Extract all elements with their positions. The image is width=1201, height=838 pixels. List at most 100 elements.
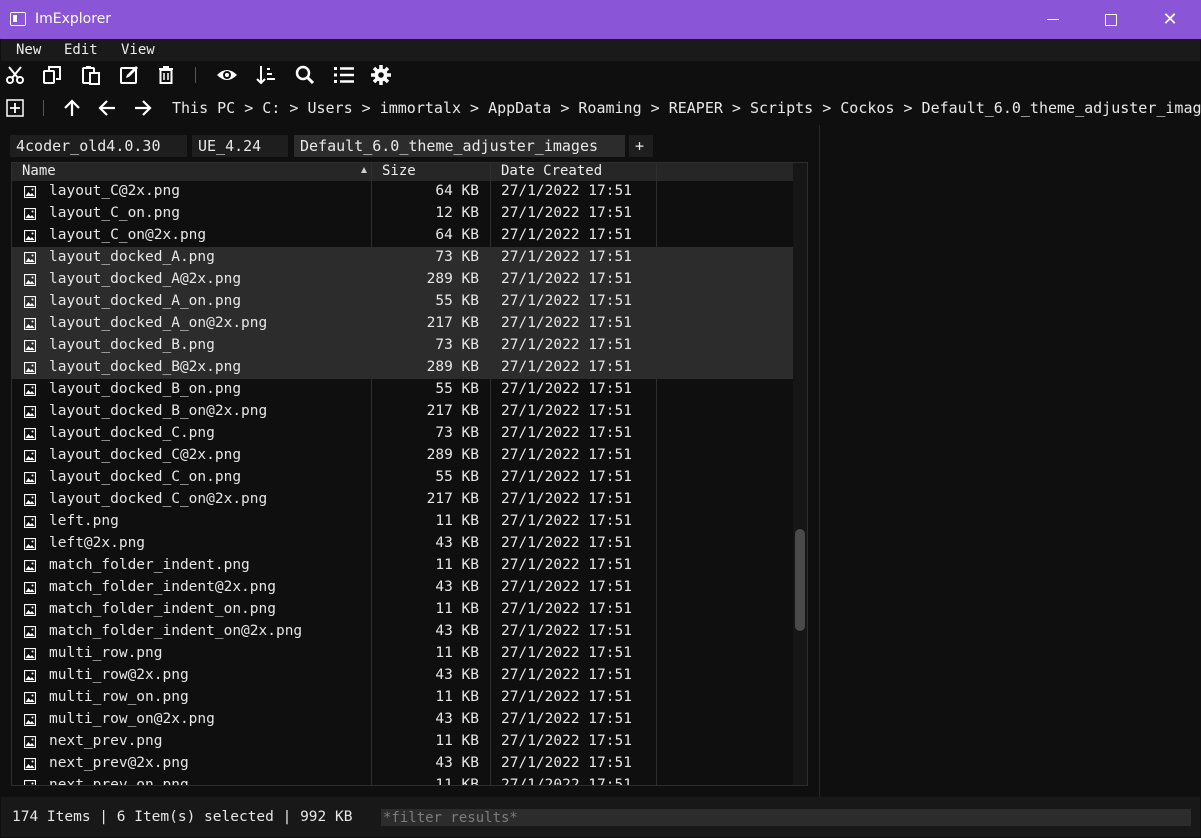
table-row[interactable]: layout_C_on.png 12 KB 27/1/2022 17:51 <box>12 203 793 225</box>
image-file-icon <box>23 493 37 507</box>
file-name: layout_docked_B_on@2x.png <box>49 403 268 419</box>
minimize-button[interactable] <box>1024 0 1082 39</box>
table-row[interactable]: next_prev_on.png 11 KB 27/1/2022 17:51 <box>12 775 793 786</box>
table-row[interactable]: layout_docked_B@2x.png 289 KB 27/1/2022 17… <box>12 357 793 379</box>
paste-button[interactable] <box>78 63 104 87</box>
file-name: left@2x.png <box>49 535 146 551</box>
list-view-button[interactable] <box>331 63 357 87</box>
table-row[interactable]: layout_docked_C@2x.png 289 KB 27/1/2022 17… <box>12 445 793 467</box>
status-bar: 174 Items | 6 Item(s) selected | 992 KB <box>1 797 1200 837</box>
image-file-icon <box>23 295 37 309</box>
table-row[interactable]: left.png 11 KB 27/1/2022 17:51 <box>12 511 793 533</box>
table-row[interactable]: layout_docked_A@2x.png 289 KB 27/1/2022 17… <box>12 269 793 291</box>
file-name: layout_docked_B.png <box>49 337 215 353</box>
file-size: 73 KB <box>435 249 479 265</box>
table-row[interactable]: layout_docked_C.png 73 KB 27/1/2022 17:51 <box>12 423 793 445</box>
copy-button[interactable] <box>39 63 65 87</box>
menu-edit[interactable]: Edit <box>64 42 98 58</box>
file-size: 11 KB <box>435 777 479 786</box>
table-row[interactable]: layout_docked_A.png 73 KB 27/1/2022 17:51 <box>12 247 793 269</box>
table-row[interactable]: multi_row_on.png 11 KB 27/1/2022 17:51 <box>12 687 793 709</box>
sort-ascending-icon <box>361 167 367 173</box>
table-row[interactable]: left@2x.png 43 KB 27/1/2022 17:51 <box>12 533 793 555</box>
table-row[interactable]: match_folder_indent@2x.png 43 KB 27/1/2022… <box>12 577 793 599</box>
file-date: 27/1/2022 17:51 <box>501 205 632 221</box>
menu-bar: New Edit View <box>1 39 1200 61</box>
file-size: 43 KB <box>435 755 479 771</box>
forward-button[interactable] <box>131 96 155 120</box>
list-view-icon <box>334 67 354 83</box>
title-bar: ImExplorer ✕ <box>0 0 1201 39</box>
new-tab-button[interactable] <box>3 96 27 120</box>
image-file-icon <box>23 229 37 243</box>
file-name: multi_row_on.png <box>49 689 189 705</box>
table-row[interactable]: multi_row.png 11 KB 27/1/2022 17:51 <box>12 643 793 665</box>
breadcrumb[interactable]: This PC > C: > Users > immortalx > AppDa… <box>172 99 1201 117</box>
tab-ue[interactable]: UE_4.24 <box>192 135 288 157</box>
tab-theme-adjuster[interactable]: Default_6.0_theme_adjuster_images <box>294 135 625 157</box>
table-row[interactable]: layout_docked_B_on.png 55 KB 27/1/2022 17:… <box>12 379 793 401</box>
close-button[interactable]: ✕ <box>1141 0 1199 39</box>
file-name: match_folder_indent_on@2x.png <box>49 623 303 639</box>
file-size: 11 KB <box>435 601 479 617</box>
file-date: 27/1/2022 17:51 <box>501 403 632 419</box>
table-row[interactable]: layout_C_on@2x.png 64 KB 27/1/2022 17:51 <box>12 225 793 247</box>
table-row[interactable]: match_folder_indent_on.png 11 KB 27/1/2022… <box>12 599 793 621</box>
file-name: match_folder_indent_on.png <box>49 601 276 617</box>
column-size-header[interactable]: Size <box>382 163 416 179</box>
file-date: 27/1/2022 17:51 <box>501 755 632 771</box>
table-row[interactable]: layout_docked_C_on.png 55 KB 27/1/2022 17:… <box>12 467 793 489</box>
file-size: 11 KB <box>435 689 479 705</box>
vertical-scrollbar[interactable] <box>793 163 807 785</box>
table-row[interactable]: match_folder_indent.png 11 KB 27/1/2022 17… <box>12 555 793 577</box>
table-row[interactable]: next_prev.png 11 KB 27/1/2022 17:51 <box>12 731 793 753</box>
file-date: 27/1/2022 17:51 <box>501 601 632 617</box>
table-row[interactable]: multi_row@2x.png 43 KB 27/1/2022 17:51 <box>12 665 793 687</box>
scrollbar-thumb[interactable] <box>795 529 805 631</box>
file-size: 43 KB <box>435 535 479 551</box>
image-file-icon <box>23 339 37 353</box>
sort-button[interactable] <box>253 63 279 87</box>
file-name: multi_row.png <box>49 645 163 661</box>
delete-icon <box>159 66 173 84</box>
menu-view[interactable]: View <box>121 42 155 58</box>
table-row[interactable]: layout_docked_C_on@2x.png 217 KB 27/1/2022… <box>12 489 793 511</box>
table-row[interactable]: layout_docked_B_on@2x.png 217 KB 27/1/2022… <box>12 401 793 423</box>
table-row[interactable]: layout_C@2x.png 64 KB 27/1/2022 17:51 <box>12 181 793 203</box>
cut-button[interactable] <box>2 63 28 87</box>
table-row[interactable]: next_prev@2x.png 43 KB 27/1/2022 17:51 <box>12 753 793 775</box>
filter-input[interactable] <box>381 809 1191 826</box>
minimize-icon <box>1047 18 1059 21</box>
column-name-header[interactable]: Name <box>22 163 56 179</box>
menu-new[interactable]: New <box>16 42 41 58</box>
table-row[interactable]: match_folder_indent_on@2x.png 43 KB 27/1/2… <box>12 621 793 643</box>
maximize-button[interactable] <box>1082 0 1140 39</box>
file-size: 55 KB <box>435 293 479 309</box>
preview-button[interactable] <box>214 63 240 87</box>
image-file-icon <box>23 669 37 683</box>
table-row[interactable]: layout_docked_A_on@2x.png 217 KB 27/1/2022… <box>12 313 793 335</box>
table-row[interactable]: layout_docked_B.png 73 KB 27/1/2022 17:51 <box>12 335 793 357</box>
image-file-icon <box>23 713 37 727</box>
rename-icon <box>120 66 138 84</box>
column-date-header[interactable]: Date Created <box>501 163 602 179</box>
image-file-icon <box>23 361 37 375</box>
up-button[interactable] <box>60 96 84 120</box>
toolbar-separator <box>195 67 196 83</box>
table-row[interactable]: layout_docked_A_on.png 55 KB 27/1/2022 17:… <box>12 291 793 313</box>
table-row[interactable]: multi_row_on@2x.png 43 KB 27/1/2022 17:51 <box>12 709 793 731</box>
delete-button[interactable] <box>153 63 179 87</box>
file-date: 27/1/2022 17:51 <box>501 425 632 441</box>
rename-button[interactable] <box>116 63 142 87</box>
settings-button[interactable] <box>368 63 394 87</box>
pane-divider[interactable] <box>819 125 820 797</box>
back-button[interactable] <box>95 96 119 120</box>
add-tab-button[interactable]: + <box>629 135 653 157</box>
file-size: 64 KB <box>435 227 479 243</box>
search-button[interactable] <box>292 63 318 87</box>
file-date: 27/1/2022 17:51 <box>501 249 632 265</box>
file-date: 27/1/2022 17:51 <box>501 183 632 199</box>
tab-4coder[interactable]: 4coder_old4.0.30 <box>10 135 187 157</box>
file-size: 11 KB <box>435 733 479 749</box>
image-file-icon <box>23 185 37 199</box>
